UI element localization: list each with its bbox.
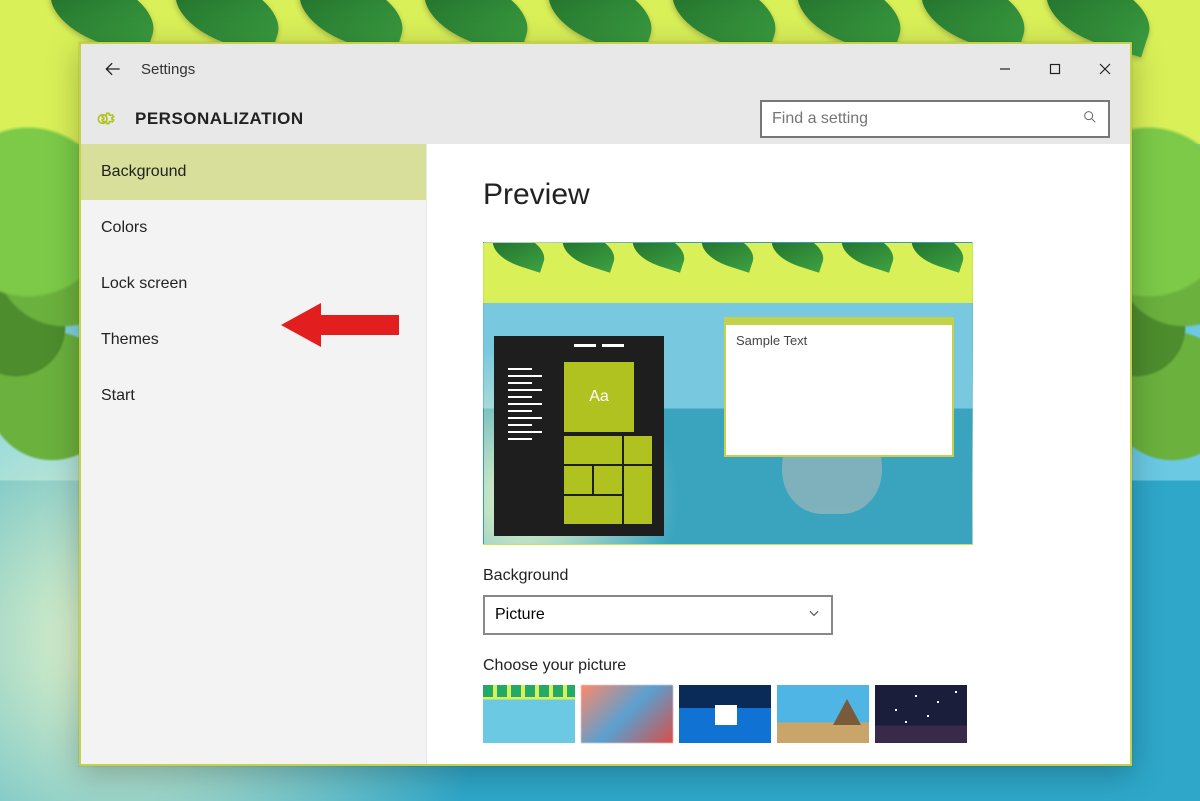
- sidebar-item-colors[interactable]: Colors: [81, 200, 426, 256]
- sidebar-item-label: Start: [101, 387, 135, 405]
- preview-window-sample: Sample Text: [724, 317, 954, 457]
- window-title: Settings: [141, 61, 195, 78]
- preview-tiles: Aa: [564, 362, 664, 536]
- section-title: PERSONALIZATION: [135, 109, 304, 129]
- settings-sidebar: Background Colors Lock screen Themes Sta…: [81, 144, 427, 764]
- minimize-icon: [999, 63, 1011, 75]
- search-icon: [1082, 109, 1098, 130]
- preview-sample-text: Sample Text: [726, 325, 952, 356]
- close-icon: [1099, 63, 1111, 75]
- desktop-preview: Aa Sample Text: [483, 242, 973, 545]
- picture-thumbnails: [483, 685, 1090, 743]
- minimize-button[interactable]: [980, 44, 1030, 94]
- choose-picture-label: Choose your picture: [483, 657, 1090, 675]
- maximize-button[interactable]: [1030, 44, 1080, 94]
- arrow-left-icon: [103, 59, 123, 79]
- picture-thumb-2[interactable]: [581, 685, 673, 743]
- sidebar-item-label: Colors: [101, 219, 147, 237]
- background-label: Background: [483, 567, 1090, 585]
- picture-thumb-4[interactable]: [777, 685, 869, 743]
- preview-heading: Preview: [483, 178, 1090, 212]
- dropdown-value: Picture: [495, 606, 545, 624]
- window-titlebar: Settings: [81, 44, 1130, 94]
- back-button[interactable]: [91, 47, 135, 91]
- sidebar-item-background[interactable]: Background: [81, 144, 426, 200]
- background-type-dropdown[interactable]: Picture: [483, 595, 833, 635]
- close-button[interactable]: [1080, 44, 1130, 94]
- gear-icon: [89, 101, 125, 137]
- preview-leaves: [484, 243, 972, 283]
- maximize-icon: [1049, 63, 1061, 75]
- search-box[interactable]: [760, 100, 1110, 138]
- picture-thumb-1[interactable]: [483, 685, 575, 743]
- sidebar-item-lock-screen[interactable]: Lock screen: [81, 256, 426, 312]
- chevron-down-icon: [807, 606, 821, 625]
- picture-thumb-5[interactable]: [875, 685, 967, 743]
- sidebar-item-themes[interactable]: Themes: [81, 312, 426, 368]
- section-header: PERSONALIZATION: [81, 94, 1130, 144]
- picture-thumb-3[interactable]: [679, 685, 771, 743]
- sidebar-item-start[interactable]: Start: [81, 368, 426, 424]
- sidebar-item-label: Background: [101, 163, 186, 181]
- settings-window: Settings PERSONALIZATION Background: [79, 42, 1132, 766]
- preview-accent-tile: Aa: [564, 362, 634, 432]
- sidebar-item-label: Lock screen: [101, 275, 187, 293]
- sidebar-item-label: Themes: [101, 331, 159, 349]
- content-pane: Preview Aa: [427, 144, 1130, 764]
- search-input[interactable]: [772, 110, 1082, 128]
